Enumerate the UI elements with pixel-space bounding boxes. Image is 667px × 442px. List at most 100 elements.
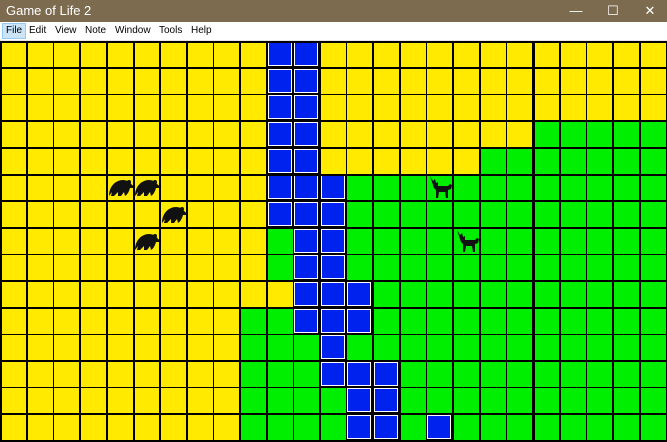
grass-cell[interactable] [240,361,266,387]
grass-cell[interactable] [613,175,639,201]
sand-cell[interactable] [80,335,106,361]
grass-cell[interactable] [427,388,453,414]
grass-cell[interactable] [534,121,559,147]
sand-cell[interactable] [560,95,586,121]
sand-cell[interactable] [240,255,266,281]
sand-cell[interactable] [80,95,106,121]
sand-cell[interactable] [107,42,133,67]
grass-cell[interactable] [347,255,373,281]
water-cell[interactable] [320,175,345,200]
sand-cell[interactable] [187,415,213,441]
grass-cell[interactable] [640,175,666,201]
grass-cell[interactable] [507,255,533,281]
grass-cell[interactable] [400,388,426,414]
sand-cell[interactable] [160,68,186,94]
sand-cell[interactable] [507,68,533,94]
grass-cell[interactable] [400,255,426,281]
sand-cell[interactable] [1,201,26,227]
sand-cell[interactable] [347,42,373,67]
bear-icon[interactable] [133,174,161,200]
grass-cell[interactable] [294,388,320,414]
water-cell[interactable] [294,308,319,333]
sand-cell[interactable] [240,148,266,174]
sand-cell[interactable] [54,42,80,67]
sand-cell[interactable] [507,95,533,121]
grass-cell[interactable] [454,388,480,414]
sand-cell[interactable] [107,228,133,254]
sand-cell[interactable] [80,42,106,67]
sand-cell[interactable] [160,121,186,147]
grass-cell[interactable] [587,388,613,414]
sand-cell[interactable] [54,361,80,387]
sand-cell[interactable] [214,415,240,441]
grass-cell[interactable] [560,388,586,414]
sand-cell[interactable] [214,68,240,94]
grass-cell[interactable] [427,308,453,334]
sand-cell[interactable] [107,201,133,227]
sand-cell[interactable] [27,121,53,147]
sand-cell[interactable] [27,335,53,361]
sand-cell[interactable] [320,95,346,121]
grass-cell[interactable] [507,361,533,387]
sand-cell[interactable] [107,388,133,414]
grass-cell[interactable] [427,335,453,361]
sand-cell[interactable] [454,121,480,147]
sand-cell[interactable] [27,415,53,441]
grass-cell[interactable] [560,415,586,441]
water-cell[interactable] [320,201,345,226]
sand-cell[interactable] [134,361,160,387]
sand-cell[interactable] [27,95,53,121]
menu-edit[interactable]: Edit [26,23,49,39]
grass-cell[interactable] [480,228,506,254]
sand-cell[interactable] [27,308,53,334]
grass-cell[interactable] [400,281,426,307]
grass-cell[interactable] [640,335,666,361]
sand-cell[interactable] [187,308,213,334]
sand-cell[interactable] [160,175,186,201]
water-cell[interactable] [294,95,319,120]
grass-cell[interactable] [267,361,293,387]
sand-cell[interactable] [1,415,26,441]
sand-cell[interactable] [240,121,266,147]
sand-cell[interactable] [134,42,160,67]
sand-cell[interactable] [27,281,53,307]
sand-cell[interactable] [534,42,559,67]
sand-cell[interactable] [160,42,186,67]
water-cell[interactable] [427,415,452,440]
grass-cell[interactable] [427,201,453,227]
grass-cell[interactable] [640,148,666,174]
grass-cell[interactable] [534,308,559,334]
grass-cell[interactable] [640,361,666,387]
grass-cell[interactable] [454,255,480,281]
sand-cell[interactable] [160,335,186,361]
sand-cell[interactable] [80,281,106,307]
sand-cell[interactable] [214,201,240,227]
sand-cell[interactable] [1,281,26,307]
sand-cell[interactable] [54,335,80,361]
menu-file[interactable]: File [2,23,27,39]
sand-cell[interactable] [214,42,240,67]
grass-cell[interactable] [374,281,400,307]
sand-cell[interactable] [480,68,506,94]
grass-cell[interactable] [534,228,559,254]
sand-cell[interactable] [160,95,186,121]
water-cell[interactable] [294,228,319,253]
grass-cell[interactable] [427,361,453,387]
sand-cell[interactable] [214,335,240,361]
sand-cell[interactable] [374,42,400,67]
sand-cell[interactable] [27,68,53,94]
sand-cell[interactable] [347,148,373,174]
grass-cell[interactable] [587,335,613,361]
water-cell[interactable] [374,388,399,413]
grass-cell[interactable] [480,388,506,414]
grass-cell[interactable] [347,335,373,361]
sand-cell[interactable] [160,308,186,334]
close-button[interactable]: ✕ [627,0,667,22]
sand-cell[interactable] [240,228,266,254]
grass-cell[interactable] [267,255,293,281]
sand-cell[interactable] [54,228,80,254]
sand-cell[interactable] [54,175,80,201]
sand-cell[interactable] [214,121,240,147]
water-cell[interactable] [347,308,372,333]
grass-cell[interactable] [267,415,293,441]
